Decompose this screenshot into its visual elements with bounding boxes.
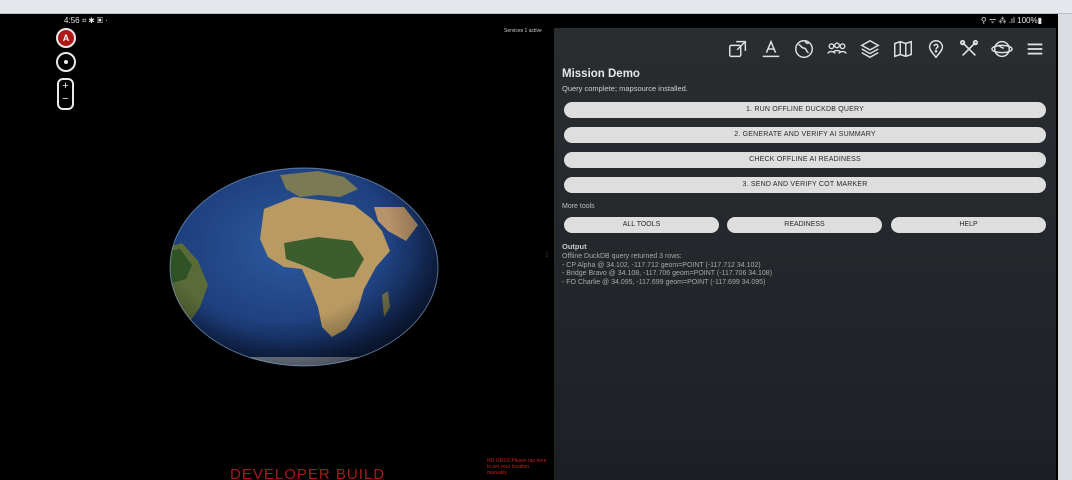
readiness-button[interactable]: READINESS bbox=[727, 217, 882, 233]
no-gnss-warning[interactable]: NO GNSS Please tap here to set your loca… bbox=[487, 458, 547, 476]
text-tool-icon[interactable] bbox=[758, 36, 784, 62]
services-indicator[interactable]: Services 1 active bbox=[504, 28, 542, 34]
status-left: 4:56 ⌗ ✱ ▣ · bbox=[64, 14, 108, 28]
output-line: - Bridge Bravo @ 34.108, -117.706 geom=P… bbox=[562, 270, 773, 277]
split-divider-handle[interactable]: ⁞ bbox=[546, 252, 550, 260]
tools-cross-icon[interactable] bbox=[956, 36, 982, 62]
orbit-globe-icon[interactable] bbox=[989, 36, 1015, 62]
zoom-in-button[interactable]: + bbox=[59, 80, 72, 93]
generate-verify-ai-summary-button[interactable]: 2. GENERATE AND VERIFY AI SUMMARY bbox=[564, 127, 1046, 143]
app-window: 4:56 ⌗ ✱ ▣ · ⚲ ᯤ ⁂ .ıl 100%▮ Services 1 … bbox=[0, 0, 1072, 480]
help-button[interactable]: HELP bbox=[891, 217, 1046, 233]
zoom-out-button[interactable]: − bbox=[59, 93, 72, 106]
location-help-icon[interactable] bbox=[923, 36, 949, 62]
locate-me-button[interactable] bbox=[56, 52, 76, 72]
developer-build-banner: DEVELOPER BUILD bbox=[230, 466, 386, 480]
send-verify-cot-marker-button[interactable]: 3. SEND AND VERIFY COT MARKER bbox=[564, 177, 1046, 193]
status-notification-icons: ⌗ ✱ ▣ · bbox=[81, 16, 108, 25]
mission-panel: Mission Demo Query complete; mapsource i… bbox=[554, 28, 1056, 480]
globe-shading bbox=[170, 168, 438, 366]
layers-icon[interactable] bbox=[857, 36, 883, 62]
all-tools-button[interactable]: ALL TOOLS bbox=[564, 217, 719, 233]
output-text: Offline DuckDB query returned 3 rows: - … bbox=[562, 253, 772, 287]
group-icon[interactable] bbox=[824, 36, 850, 62]
output-label: Output bbox=[562, 242, 587, 251]
compass-label: A bbox=[62, 33, 70, 43]
device-status-bar: 4:56 ⌗ ✱ ▣ · ⚲ ᯤ ⁂ .ıl 100%▮ bbox=[0, 14, 1058, 28]
map-icon[interactable] bbox=[890, 36, 916, 62]
check-offline-ai-readiness-button[interactable]: CHECK OFFLINE AI READINESS bbox=[564, 152, 1046, 168]
external-link-icon[interactable] bbox=[725, 36, 751, 62]
output-line: - CP Alpha @ 34.102, -117.712 geom=POINT… bbox=[562, 261, 761, 269]
window-top-strip bbox=[0, 0, 1072, 14]
more-tools-label: More tools bbox=[562, 203, 595, 210]
status-message: Query complete; mapsource installed. bbox=[562, 84, 688, 93]
device-screen: 4:56 ⌗ ✱ ▣ · ⚲ ᯤ ⁂ .ıl 100%▮ Services 1 … bbox=[0, 14, 1058, 480]
output-line: Offline DuckDB query returned 3 rows: bbox=[562, 253, 682, 260]
status-right-icons: ⚲ ᯤ ⁂ .ıl 100%▮ bbox=[980, 16, 1042, 25]
tool-toolbar bbox=[725, 36, 1048, 62]
status-time: 4:56 bbox=[64, 16, 80, 25]
output-line: - FO Charlie @ 34.095, -117.699 geom=POI… bbox=[562, 278, 766, 286]
compass-button[interactable]: A bbox=[56, 28, 76, 48]
globe-icon[interactable] bbox=[791, 36, 817, 62]
run-offline-duckdb-query-button[interactable]: 1. RUN OFFLINE DUCKDB QUERY bbox=[564, 102, 1046, 118]
panel-title: Mission Demo bbox=[562, 68, 640, 80]
zoom-control: + − bbox=[57, 78, 74, 110]
menu-icon[interactable] bbox=[1022, 36, 1048, 62]
globe-map[interactable] bbox=[168, 167, 440, 367]
